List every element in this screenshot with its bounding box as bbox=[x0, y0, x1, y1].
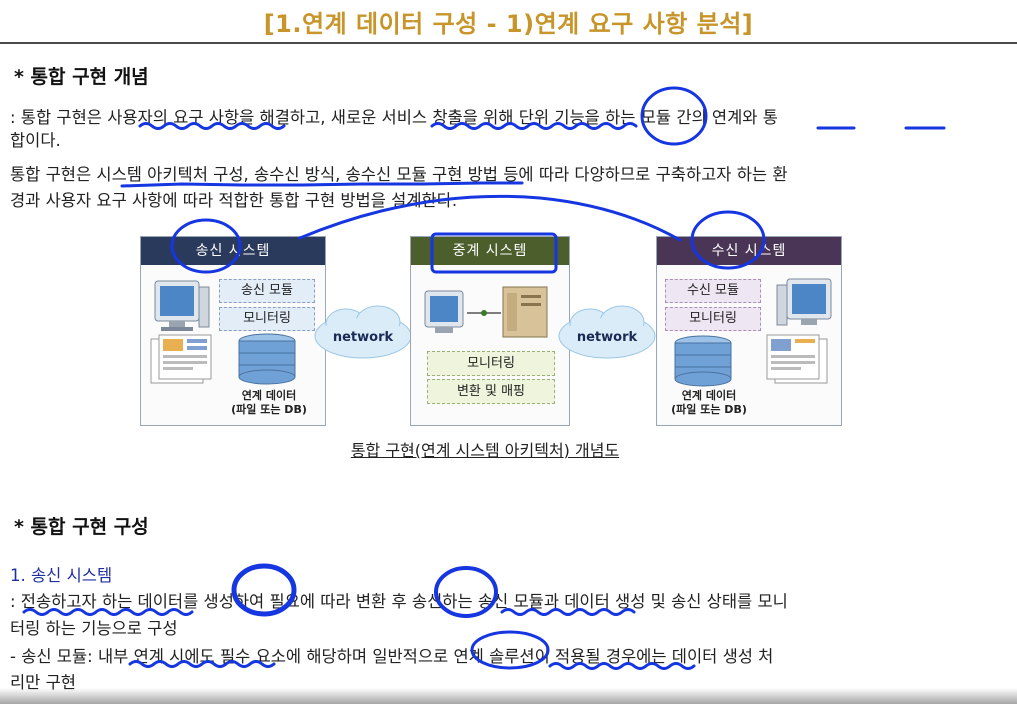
relay-system-header: 중계 시스템 bbox=[411, 237, 569, 265]
diagram-caption: 통합 구현(연계 시스템 아키텍처) 개념도 bbox=[350, 441, 620, 460]
architecture-diagram: 송신 시스템 송신 모듈 모니터링 연계 데이터 (파일 또는 DB) netw… bbox=[140, 236, 842, 426]
section-heading-composition: * 통합 구현 구성 bbox=[14, 516, 149, 538]
title-divider bbox=[0, 42, 1017, 44]
receiver-module-box: 수신 모듈 bbox=[665, 279, 761, 303]
sender-monitoring-box: 모니터링 bbox=[219, 307, 315, 331]
receiver-db-label-line-1: 연계 데이터 bbox=[681, 389, 737, 402]
concept-paragraph-line-3: 통합 구현은 시스템 아키텍처 구성, 송수신 방식, 송수신 모듈 구현 방법… bbox=[10, 165, 788, 184]
network-cloud-left: network bbox=[314, 305, 412, 359]
computer-monitor-icon bbox=[154, 280, 210, 331]
composition-line-3: - 송신 모듈: 내부 연계 시에도 필수 요소에 해당하며 일반적으로 연계 … bbox=[10, 647, 774, 666]
sender-db-label-line-1: 연계 데이터 bbox=[241, 389, 297, 402]
sender-module-box: 송신 모듈 bbox=[219, 279, 315, 303]
concept-paragraph-line-1: : 통합 구현은 사용자의 요구 사항을 해결하고, 새로운 서비스 창출을 위… bbox=[10, 108, 778, 127]
composition-line-2: 터링 하는 기능으로 구성 bbox=[10, 619, 178, 638]
documents-icon bbox=[150, 334, 212, 384]
subheading-sender-system: 1. 송신 시스템 bbox=[10, 566, 113, 585]
network-label-left: network bbox=[333, 330, 394, 345]
sender-db-label-line-2: (파일 또는 DB) bbox=[231, 403, 307, 416]
sender-system-header: 송신 시스템 bbox=[141, 237, 325, 265]
concept-paragraph-line-4: 경과 사용자 요구 사항에 따라 적합한 통합 구현 방법을 설계한다. bbox=[10, 191, 458, 210]
composition-line-1: : 전송하고자 하는 데이터를 생성하여 필요에 따라 변환 후 송신하는 송신… bbox=[10, 592, 788, 611]
receiver-system-header: 수신 시스템 bbox=[657, 237, 841, 265]
relay-system-panel: 중계 시스템 모니터링 변환 및 매핑 bbox=[410, 236, 570, 426]
database-icon bbox=[238, 333, 296, 385]
receiver-db-label-line-2: (파일 또는 DB) bbox=[671, 403, 747, 416]
receiver-documents-icon bbox=[766, 334, 828, 384]
page-title: [1.연계 데이터 구성 - 1)연계 요구 사항 분석] bbox=[263, 10, 754, 38]
section-heading-concept: * 통합 구현 개념 bbox=[14, 66, 149, 88]
receiver-computer-icon bbox=[776, 278, 832, 326]
network-label-right: network bbox=[577, 330, 638, 345]
receiver-monitoring-box: 모니터링 bbox=[665, 307, 761, 331]
concept-paragraph-line-2: 합이다. bbox=[10, 131, 61, 150]
relay-server-icon bbox=[424, 286, 548, 338]
relay-mapping-box: 변환 및 매핑 bbox=[427, 379, 555, 404]
receiver-database-icon bbox=[674, 335, 732, 387]
relay-monitoring-box: 모니터링 bbox=[427, 351, 555, 376]
bottom-shadow bbox=[0, 688, 1017, 704]
receiver-system-panel: 수신 시스템 수신 모듈 모니터링 연계 데이터 (파일 또는 DB) bbox=[656, 236, 842, 426]
sender-system-panel: 송신 시스템 송신 모듈 모니터링 연계 데이터 (파일 또는 DB) bbox=[140, 236, 326, 426]
network-cloud-right: network bbox=[558, 305, 656, 359]
